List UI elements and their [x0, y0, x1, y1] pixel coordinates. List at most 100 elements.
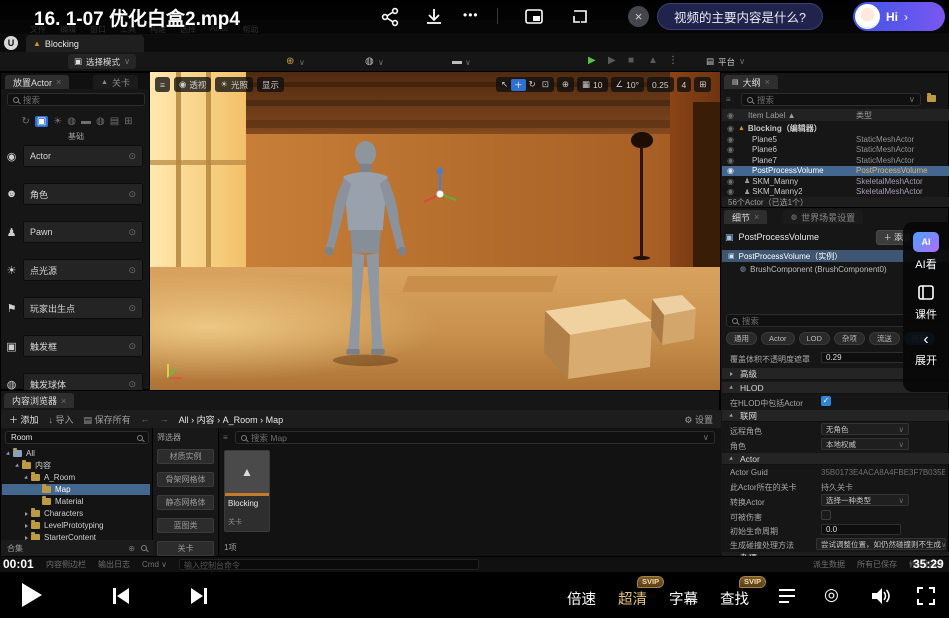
fullscreen-icon[interactable] — [916, 586, 936, 606]
cb-filter-icon[interactable]: ≡ — [223, 433, 228, 442]
stop-button[interactable]: ■ — [628, 55, 634, 66]
remote-role-dropdown[interactable]: 无角色∨ — [821, 423, 909, 435]
tree-item-a-room[interactable]: A_Room — [2, 472, 150, 483]
tree-item-material[interactable]: Material — [2, 496, 150, 507]
details-filter-misc[interactable]: 杂项 — [834, 332, 865, 345]
filter-skeletal-mesh[interactable]: 骨架网格体 — [157, 472, 214, 487]
place-search-input[interactable]: 搜索 — [7, 93, 145, 106]
speed-button[interactable]: 倍速 — [567, 588, 596, 609]
tree-item-content[interactable]: 内容 — [2, 460, 150, 471]
eject-button[interactable]: ▲ — [648, 55, 658, 66]
tab-world-settings[interactable]: ◍ 世界场景设置 — [783, 210, 863, 224]
tree-item-map[interactable]: Map — [2, 484, 150, 495]
tab-place-actor[interactable]: 放置Actor× — [5, 75, 69, 89]
viewport[interactable]: ≡ ◉透视 ☀光照 显示 ↖ ＋ ↻ ⊡ ⊕ ▦10 ∠10° 0.25 4 ⊞ — [150, 72, 720, 390]
viewport-lit-dropdown[interactable]: ☀光照 — [215, 77, 253, 92]
output-log-button[interactable]: 输出日志 — [98, 559, 130, 570]
grab-icon[interactable]: ⊙ — [128, 265, 136, 276]
asset-tile-blocking[interactable]: ▲ Blocking 关卡 — [224, 450, 270, 532]
ai-question-pill[interactable]: 视频的主要内容是什么? — [657, 3, 823, 30]
volumes-category-icon[interactable]: ▤ — [110, 116, 119, 127]
close-icon[interactable]: × — [61, 396, 66, 406]
outliner-world-row[interactable]: ◉ ▲ Blocking（编辑器） — [722, 123, 949, 134]
filter-level[interactable]: 关卡 — [157, 541, 214, 556]
cb-add-button[interactable]: ＋ 添加 — [9, 413, 39, 426]
maximize-viewport-button[interactable]: ⊞ — [694, 77, 711, 92]
tab-outliner[interactable]: ▤ 大纲× — [724, 75, 778, 89]
outliner-row-skm-manny[interactable]: ◉ ♟ SKM_Manny SkeletalMeshActor — [722, 176, 949, 187]
console-input[interactable]: 输入控制台命令 — [179, 559, 479, 570]
play-options-dots[interactable]: ⋮ — [668, 55, 678, 66]
grab-icon[interactable]: ⊙ — [128, 151, 136, 162]
shapes-category-icon[interactable]: ◍ — [67, 116, 76, 127]
chevron-down-icon[interactable]: ∨ — [909, 94, 915, 105]
section-networking[interactable]: 联网 — [722, 410, 949, 422]
transform-gizmo[interactable] — [418, 164, 462, 208]
courseware-icon[interactable] — [916, 284, 936, 302]
place-item-pawn[interactable]: Pawn⊙ — [23, 221, 143, 243]
grab-icon[interactable]: ⊙ — [128, 341, 136, 352]
close-icon[interactable]: × — [56, 77, 61, 87]
grab-icon[interactable]: ⊙ — [128, 303, 136, 314]
ai-note-label[interactable]: AI看 — [915, 256, 936, 272]
outliner-filter-icon[interactable]: ≡ — [726, 95, 731, 104]
find-button[interactable]: 查找 — [720, 588, 749, 609]
cinematic-category-icon[interactable]: ▬ — [81, 116, 91, 127]
all-classes-category-icon[interactable]: ⊞ — [124, 116, 132, 127]
close-icon[interactable]: × — [754, 212, 759, 222]
cb-tree-search-input[interactable]: Room — [11, 433, 32, 442]
cb-save-all-button[interactable]: ▤ 保存所有 — [84, 413, 131, 426]
add-actor-chevron[interactable]: ∨ — [299, 58, 305, 67]
cb-settings-button[interactable]: ⚙ 设置 — [684, 413, 713, 426]
prev-button[interactable] — [110, 585, 132, 607]
rotate-tool-icon[interactable]: ↻ — [526, 79, 539, 90]
initial-lifespan-input[interactable]: 0.0 — [821, 524, 901, 535]
outliner-row-plane7[interactable]: ◉Plane7 StaticMeshActor — [722, 155, 949, 166]
all-saved-button[interactable]: 所有已保存 — [857, 559, 897, 570]
convert-actor-dropdown[interactable]: 选择一种类型∨ — [821, 494, 909, 506]
mini-player-icon[interactable] — [570, 7, 590, 27]
courseware-label[interactable]: 课件 — [915, 306, 937, 322]
close-button[interactable]: × — [628, 6, 649, 27]
collections-label[interactable]: 合集 — [7, 543, 23, 554]
details-filter-lod[interactable]: LOD — [799, 332, 830, 345]
outliner-col-label[interactable]: Item Label ▲ — [748, 111, 796, 120]
volume-icon[interactable] — [870, 586, 892, 606]
select-mode-dropdown[interactable]: ▣ 选择模式 ∨ — [68, 54, 136, 69]
viewport-menu-button[interactable]: ≡ — [155, 77, 170, 92]
cinematics-button[interactable]: ▬ — [452, 56, 462, 67]
tree-item-characters[interactable]: Characters — [2, 508, 150, 519]
cinematics-chevron[interactable]: ∨ — [465, 58, 471, 67]
move-tool-icon[interactable]: ＋ — [511, 79, 526, 91]
cb-forward-button[interactable]: → — [160, 414, 169, 424]
scale-tool-icon[interactable]: ⊡ — [539, 79, 552, 90]
world-space-toggle[interactable]: ⊕ — [557, 77, 574, 92]
new-folder-icon[interactable] — [927, 95, 940, 104]
tab-content-browser[interactable]: 内容浏览器× — [4, 393, 74, 408]
recently-placed-icon[interactable]: ↻ — [21, 116, 29, 127]
tab-level[interactable]: ▲ 关卡 — [93, 75, 138, 89]
subtitle-button[interactable]: 字幕 — [669, 588, 698, 609]
mannequin[interactable] — [308, 138, 423, 368]
grid-snap-toggle[interactable]: ▦10 — [577, 77, 608, 92]
blueprints-chevron[interactable]: ∨ — [378, 58, 384, 67]
hlod-include-checkbox[interactable]: ✓ — [821, 396, 831, 406]
viewport-show-dropdown[interactable]: 显示 — [257, 77, 284, 92]
outliner-row-postprocessvolume[interactable]: ◉PostProcessVolume PostProcessVolume — [722, 166, 949, 177]
place-item-character[interactable]: 角色⊙ — [23, 183, 143, 205]
blueprints-button[interactable]: ◍ — [365, 56, 374, 67]
record-target-icon[interactable]: ◎ — [824, 585, 839, 605]
tree-item-all[interactable]: All — [2, 448, 150, 459]
playlist-icon[interactable] — [777, 587, 797, 605]
role-dropdown[interactable]: 本地权威∨ — [821, 438, 909, 450]
outliner-row-plane6[interactable]: ◉Plane6 StaticMeshActor — [722, 145, 949, 156]
level-tab-blocking[interactable]: ▲ Blocking — [26, 35, 144, 52]
picture-in-picture-icon[interactable] — [524, 7, 544, 27]
details-filter-streaming[interactable]: 流送 — [869, 332, 900, 345]
expand-label[interactable]: 展开 — [915, 352, 937, 368]
spawn-collision-dropdown[interactable]: 尝试调整位置，如仍然碰撞则不生成∨ — [816, 538, 946, 550]
cb-asset-search-input[interactable]: 搜索 Map ∨ — [235, 431, 715, 444]
outliner-row-skm-manny2[interactable]: ◉ ♟ SKM_Manny2 SkeletalMeshActor — [722, 187, 949, 198]
camera-speed-button[interactable]: 4 — [677, 77, 692, 92]
can-be-damaged-checkbox[interactable] — [821, 510, 831, 520]
